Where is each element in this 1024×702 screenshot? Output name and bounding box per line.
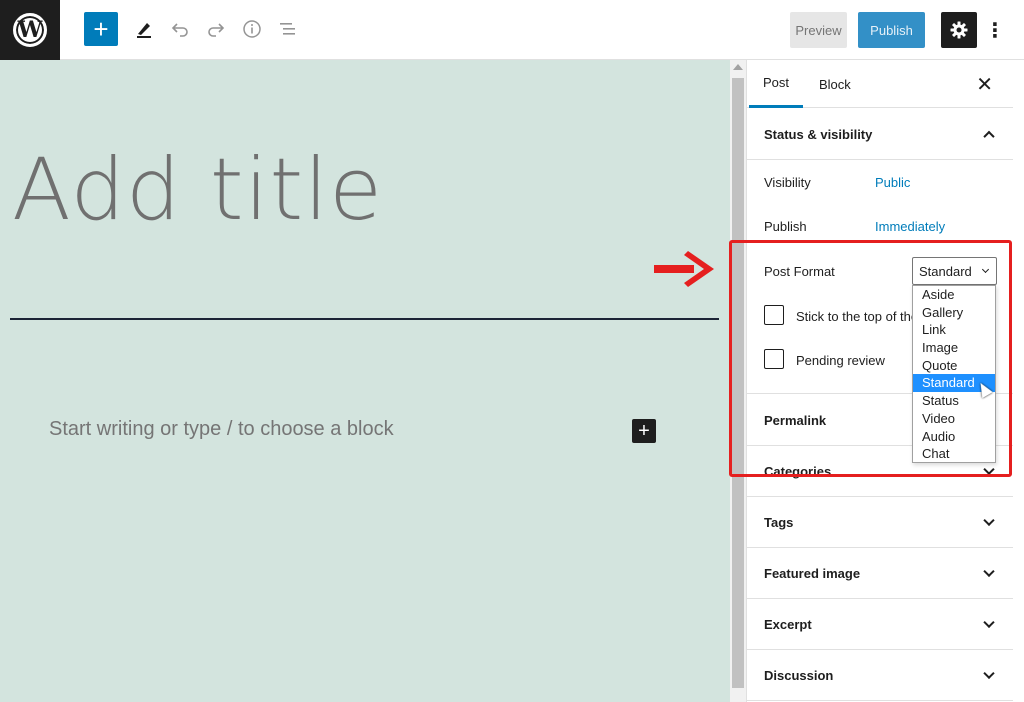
- chevron-down-icon: [981, 265, 990, 274]
- pending-review-label: Pending review: [796, 353, 885, 368]
- post-title-input[interactable]: Add title: [12, 140, 383, 240]
- default-block-appender[interactable]: Start writing or type / to choose a bloc…: [49, 418, 394, 441]
- close-sidebar-icon[interactable]: ✕: [976, 72, 993, 97]
- stick-to-top-label: Stick to the top of the blog: [796, 309, 916, 324]
- post-format-option[interactable]: Link: [913, 321, 995, 339]
- pencil-icon: [137, 23, 151, 38]
- undo-icon: [171, 23, 188, 37]
- post-format-option[interactable]: Quote: [913, 357, 995, 375]
- sidebar-tabs: Post Block ✕: [747, 60, 1013, 108]
- chevron-down-icon: [983, 514, 995, 527]
- panel-title: Tags: [764, 514, 794, 530]
- edit-tools-button[interactable]: [130, 12, 158, 46]
- post-format-option[interactable]: Chat: [913, 445, 995, 463]
- editor-scrollbar[interactable]: [730, 60, 746, 702]
- title-divider: [10, 318, 719, 320]
- panel-discussion-header[interactable]: Discussion: [747, 650, 1013, 701]
- post-format-label: Post Format: [764, 264, 835, 279]
- panel-title: Permalink: [764, 412, 827, 428]
- editor-canvas: Add title Start writing or type / to cho…: [0, 60, 730, 702]
- panel-status-visibility-header[interactable]: Status & visibility: [747, 109, 1013, 160]
- panel-title: Categories: [764, 463, 832, 479]
- more-options-button[interactable]: ⋮: [985, 12, 1005, 48]
- post-format-option[interactable]: Image: [913, 339, 995, 357]
- publish-date-toggle[interactable]: Immediately: [875, 219, 945, 234]
- post-format-select[interactable]: Standard: [912, 257, 997, 285]
- chevron-up-icon: [983, 130, 995, 143]
- redo-icon: [208, 23, 225, 37]
- panel-excerpt-header[interactable]: Excerpt: [747, 599, 1013, 650]
- chevron-down-icon: [983, 463, 995, 476]
- block-navigation-button[interactable]: [274, 12, 302, 46]
- panel-title: Discussion: [764, 667, 834, 683]
- panel-title: Status & visibility: [764, 126, 873, 142]
- settings-button[interactable]: [941, 12, 977, 48]
- undo-button[interactable]: [166, 12, 194, 46]
- scroll-up-arrow-icon[interactable]: [733, 64, 743, 70]
- annotation-arrow-icon: [654, 251, 714, 287]
- chevron-down-icon: [983, 616, 995, 629]
- post-format-option[interactable]: Aside: [913, 286, 995, 304]
- wordpress-logo-button[interactable]: W: [0, 0, 60, 60]
- visibility-label: Visibility: [764, 175, 811, 190]
- pending-review-checkbox[interactable]: [764, 349, 784, 369]
- panel-tags-header[interactable]: Tags: [747, 497, 1013, 548]
- post-format-option[interactable]: Video: [913, 410, 995, 428]
- gear-icon: [950, 21, 968, 39]
- post-format-option[interactable]: Gallery: [913, 304, 995, 322]
- post-format-dropdown-list: Aside Gallery Link Image Quote Standard Status…: [912, 285, 996, 463]
- post-format-option[interactable]: Audio: [913, 428, 995, 446]
- inline-add-block-button[interactable]: +: [632, 419, 656, 443]
- panel-title: Excerpt: [764, 616, 812, 632]
- preview-button[interactable]: Preview: [790, 12, 847, 48]
- tab-block[interactable]: Block: [819, 60, 851, 108]
- post-format-selected-value: Standard: [919, 263, 972, 279]
- chevron-down-icon: [983, 565, 995, 578]
- chevron-down-icon: [983, 667, 995, 680]
- tab-post[interactable]: Post: [749, 60, 803, 108]
- publish-label: Publish: [764, 219, 807, 234]
- visibility-toggle[interactable]: Public: [875, 175, 910, 190]
- panel-title: Featured image: [764, 565, 861, 581]
- wordpress-logo-icon: W: [13, 13, 47, 47]
- panel-featured-image-header[interactable]: Featured image: [747, 548, 1013, 599]
- add-block-button[interactable]: +: [84, 12, 118, 46]
- scrollbar-thumb[interactable]: [732, 78, 744, 688]
- editor-top-toolbar: W + Preview Publish ⋮: [0, 0, 1024, 60]
- info-icon: [243, 20, 261, 38]
- details-button[interactable]: [238, 12, 266, 46]
- publish-button[interactable]: Publish: [858, 12, 925, 48]
- redo-button[interactable]: [202, 12, 230, 46]
- list-view-icon: [280, 23, 295, 35]
- stick-to-top-checkbox[interactable]: [764, 305, 784, 325]
